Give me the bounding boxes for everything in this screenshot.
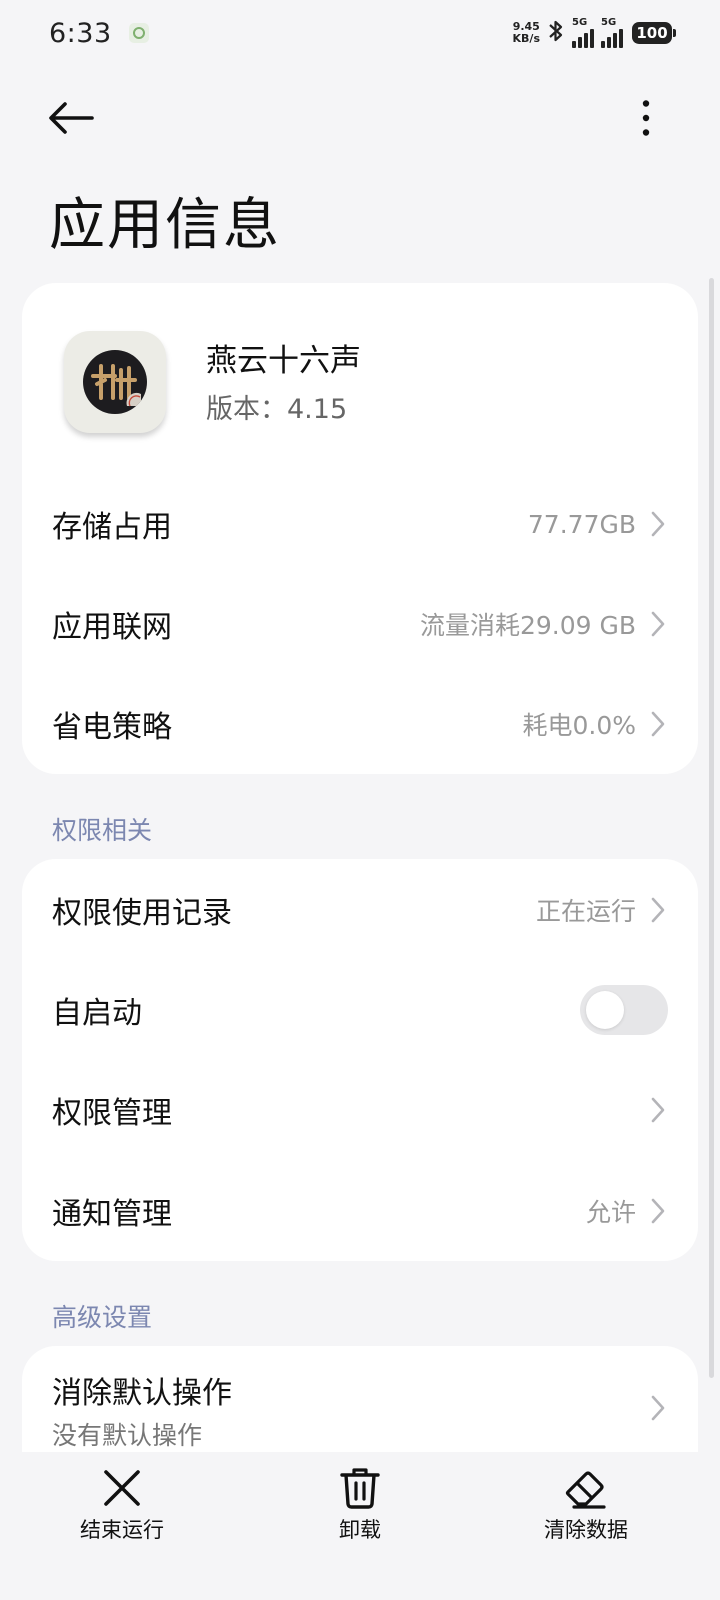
scrollbar[interactable] [709, 278, 714, 1378]
battery-saving-label: 省电策略 [52, 710, 172, 745]
app-icon [64, 331, 166, 433]
chevron-right-icon [648, 1095, 668, 1125]
notification-app-icon [128, 23, 149, 43]
auto-start-toggle[interactable] [580, 985, 668, 1035]
eraser-icon [565, 1471, 606, 1509]
arrow-left-icon [49, 102, 94, 134]
chevron-right-icon [648, 1393, 668, 1423]
network-speed: 9.45 KB/s [513, 21, 540, 45]
network-usage-value: 流量消耗29.09 GB [419, 611, 636, 640]
chevron-right-icon [648, 1196, 668, 1226]
notification-management-value: 允许 [585, 1198, 636, 1227]
toggle-knob [586, 991, 624, 1029]
trash-icon [340, 1468, 380, 1509]
app-version: 版本：4.15 [206, 394, 348, 425]
permissions-card: 权限使用记录 正在运行 自启动 权限管理 通知管理 允许 [22, 859, 698, 1261]
clear-data-label: 清除数据 [544, 1518, 628, 1542]
app-logo-icon [83, 350, 147, 414]
status-bar: 6:33 9.45 KB/s 5G 5G 100 [0, 0, 720, 66]
battery-saving-row[interactable]: 省电策略 耗电0.0% [22, 673, 698, 775]
permission-usage-row[interactable]: 权限使用记录 正在运行 [22, 859, 698, 961]
battery-saving-value: 耗电0.0% [522, 711, 636, 740]
close-icon [104, 1470, 140, 1506]
permission-usage-value: 正在运行 [535, 897, 636, 926]
permissions-section-title: 权限相关 [52, 816, 153, 845]
auto-start-label: 自启动 [52, 996, 142, 1031]
battery-icon: 100 [632, 22, 676, 44]
more-options-button[interactable] [620, 96, 672, 140]
app-overview-card: 燕云十六声 版本：4.15 存储占用 77.77GB 应用联网 流量消耗29.0… [22, 283, 698, 774]
clear-defaults-sublabel: 没有默认操作 [52, 1421, 203, 1450]
force-stop-label: 结束运行 [80, 1518, 164, 1542]
advanced-section-title: 高级设置 [52, 1303, 153, 1332]
chevron-right-icon [648, 509, 668, 539]
network-usage-row[interactable]: 应用联网 流量消耗29.09 GB [22, 573, 698, 675]
storage-row[interactable]: 存储占用 77.77GB [22, 473, 698, 575]
more-vertical-icon [642, 100, 650, 136]
signal-sim2-icon: 5G [601, 16, 623, 48]
force-stop-button[interactable]: 结束运行 [32, 1464, 212, 1574]
chevron-right-icon [648, 895, 668, 925]
bottom-action-bar: 结束运行 卸载 清除数据 [0, 1452, 720, 1600]
app-name: 燕云十六声 [206, 343, 361, 379]
chevron-right-icon [648, 709, 668, 739]
sim2-type: 5G [601, 16, 617, 28]
app-header: 燕云十六声 版本：4.15 [22, 283, 698, 483]
app-info-screen: 6:33 9.45 KB/s 5G 5G 100 应用信息 燕云十六声 版本：4… [0, 0, 720, 1600]
network-speed-unit: KB/s [512, 32, 540, 45]
clear-data-button[interactable]: 清除数据 [496, 1464, 676, 1574]
network-usage-label: 应用联网 [52, 610, 172, 645]
storage-value: 77.77GB [527, 509, 636, 539]
storage-label: 存储占用 [52, 510, 172, 545]
status-time: 6:33 [49, 17, 112, 49]
uninstall-label: 卸载 [339, 1518, 381, 1542]
permission-management-row[interactable]: 权限管理 [22, 1059, 698, 1161]
notification-management-label: 通知管理 [52, 1197, 172, 1232]
page-title: 应用信息 [49, 193, 281, 258]
status-indicators: 9.45 KB/s 5G 5G 100 [513, 16, 676, 48]
back-button[interactable] [46, 96, 96, 140]
clear-defaults-label: 消除默认操作 [52, 1376, 232, 1411]
chevron-right-icon [648, 609, 668, 639]
signal-sim1-icon: 5G [572, 16, 594, 48]
bluetooth-icon [547, 18, 565, 48]
notification-management-row[interactable]: 通知管理 允许 [22, 1160, 698, 1262]
permission-usage-label: 权限使用记录 [52, 896, 232, 931]
auto-start-row[interactable]: 自启动 [22, 959, 698, 1061]
sim1-type: 5G [572, 16, 588, 28]
uninstall-button[interactable]: 卸载 [270, 1464, 450, 1574]
permission-management-label: 权限管理 [52, 1096, 172, 1131]
